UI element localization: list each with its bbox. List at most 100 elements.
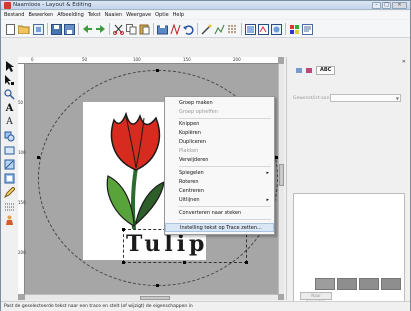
selection-handle[interactable] (122, 261, 125, 264)
menu-item-convert-to-stitches[interactable]: Converteren naar steken (165, 209, 274, 218)
menu-item-label: Groep maken (179, 100, 213, 106)
tab-sewing-icon[interactable] (306, 67, 312, 73)
property-select[interactable]: ▼ (330, 94, 401, 102)
menu-naaien[interactable]: Naaien (105, 12, 123, 18)
menu-item-label: Verwijderen (179, 157, 209, 163)
export-icon[interactable] (94, 23, 106, 35)
view-stitch-icon[interactable] (257, 23, 269, 35)
hoop-handle[interactable] (37, 156, 40, 159)
menu-item-label: Centreren (179, 188, 204, 194)
maximize-button[interactable]: □ (382, 2, 391, 9)
paste-icon[interactable] (138, 23, 150, 35)
menu-help[interactable]: Help (173, 12, 184, 18)
edit-button[interactable]: Naar bewerken (300, 292, 332, 304)
region-tool-icon[interactable] (3, 172, 16, 185)
color-icon[interactable] (288, 23, 300, 35)
stitch-simulator-icon[interactable] (169, 23, 181, 35)
vertical-scrollbar[interactable] (278, 64, 284, 294)
menu-item-label: Plakken (179, 148, 199, 154)
stitch-tool-icon[interactable] (3, 158, 16, 171)
design-settings-icon[interactable] (301, 23, 313, 35)
selection-handle[interactable] (122, 228, 125, 231)
menu-bestand[interactable]: Bestand (4, 12, 24, 18)
selection-handle[interactable] (245, 261, 248, 264)
transfer-icon[interactable] (156, 23, 168, 35)
color-swatch[interactable] (337, 278, 357, 290)
text-tool-icon[interactable]: A (3, 102, 16, 115)
pen-tool-icon[interactable] (3, 186, 16, 199)
field-label: Gewenst/ist-aanl (293, 96, 331, 101)
shape-tool-icon[interactable] (3, 130, 16, 143)
tab-text[interactable]: ABC (316, 65, 336, 75)
ruler-label: 50 (82, 57, 88, 62)
hoop-handle[interactable] (156, 284, 159, 287)
import-icon[interactable] (81, 23, 93, 35)
select-arrow-icon[interactable] (3, 60, 16, 73)
view-design-icon[interactable] (244, 23, 256, 35)
ruler-label: 150 (18, 200, 26, 205)
view-realistic-icon[interactable] (270, 23, 282, 35)
stitch-icon[interactable] (226, 23, 238, 35)
toolbar (1, 20, 410, 38)
menu-item-ungroup[interactable]: Groep opheffen (165, 108, 274, 117)
menu-item-group[interactable]: Groep maken (165, 99, 274, 108)
cut-icon[interactable] (112, 23, 124, 35)
menu-item-align[interactable]: Uitlijnen ▸ (165, 196, 274, 205)
app-window: Naamloos - Layout & Editing – □ ✕ Bestan… (0, 0, 411, 311)
color-swatch[interactable] (359, 278, 379, 290)
template-icon[interactable] (32, 23, 44, 35)
menu-weergave[interactable]: Weergave (126, 12, 151, 18)
color-swatch[interactable] (381, 278, 401, 290)
menu-item-paste[interactable]: Plakken (165, 147, 274, 156)
toolbar-separator (47, 23, 48, 35)
ruler-label: 100 (18, 150, 26, 155)
menu-item-copy[interactable]: Kopiëren (165, 129, 274, 138)
menu-item-delete[interactable]: Verwijderen (165, 156, 274, 165)
point-edit-icon[interactable] (3, 74, 16, 87)
menu-tekst[interactable]: Tekst (88, 12, 101, 18)
undo-icon[interactable] (182, 23, 194, 35)
menu-item-mirror[interactable]: Spiegelen ▸ (165, 169, 274, 178)
horizontal-scrollbar[interactable] (25, 294, 278, 300)
stamp-tool-icon[interactable] (3, 200, 16, 213)
new-file-icon[interactable] (4, 23, 16, 35)
menu-bewerken[interactable]: Bewerken (28, 12, 53, 18)
ruler-label: 200 (18, 250, 26, 255)
minimize-button[interactable]: – (372, 2, 381, 9)
menu-bar: Bestand Bewerken Afbeelding Tekst Naaien… (1, 11, 410, 19)
ruler-label: 100 (133, 57, 141, 62)
save-as-icon[interactable] (63, 23, 75, 35)
selection-handle[interactable] (183, 261, 186, 264)
window-title: Naamloos - Layout & Editing (13, 2, 92, 8)
menu-item-text-on-trace[interactable]: Instelling tekst op Trace zetten... (165, 223, 274, 232)
menu-separator (179, 219, 271, 220)
menu-item-duplicate[interactable]: Dupliceren (165, 138, 274, 147)
open-folder-icon[interactable] (18, 23, 30, 35)
menu-afbeelding[interactable]: Afbeelding (57, 12, 84, 18)
scroll-thumb[interactable] (279, 164, 284, 186)
scroll-thumb[interactable] (140, 296, 170, 300)
color-swatch[interactable] (315, 278, 335, 290)
outline-tool-icon[interactable] (3, 144, 16, 157)
copy-icon[interactable] (125, 23, 137, 35)
menu-item-label: Converteren naar steken (179, 210, 242, 216)
save-icon[interactable] (50, 23, 62, 35)
submenu-arrow-icon: ▸ (266, 170, 269, 176)
menu-item-center[interactable]: Centreren (165, 187, 274, 196)
menu-optie[interactable]: Optie (155, 12, 169, 18)
zoom-icon[interactable] (3, 88, 16, 101)
menu-item-cut[interactable]: Knippen (165, 120, 274, 129)
wand-icon[interactable] (200, 23, 212, 35)
status-text: Past de geselecteerde tekst naar een tra… (4, 304, 193, 309)
figure-icon[interactable] (3, 214, 16, 227)
tab-embroidery-icon[interactable] (296, 67, 302, 73)
hoop-handle[interactable] (156, 69, 159, 72)
menu-item-label: Uitlijnen (179, 197, 200, 203)
menu-item-rotate[interactable]: Roteren (165, 178, 274, 187)
chevron-down-icon: ▼ (395, 96, 399, 101)
text-path-icon[interactable]: A (3, 116, 16, 129)
sew-icon[interactable] (213, 23, 225, 35)
tulip-leaf-right (135, 181, 165, 226)
toolbar-separator (153, 23, 154, 35)
close-button[interactable]: ✕ (392, 2, 407, 9)
